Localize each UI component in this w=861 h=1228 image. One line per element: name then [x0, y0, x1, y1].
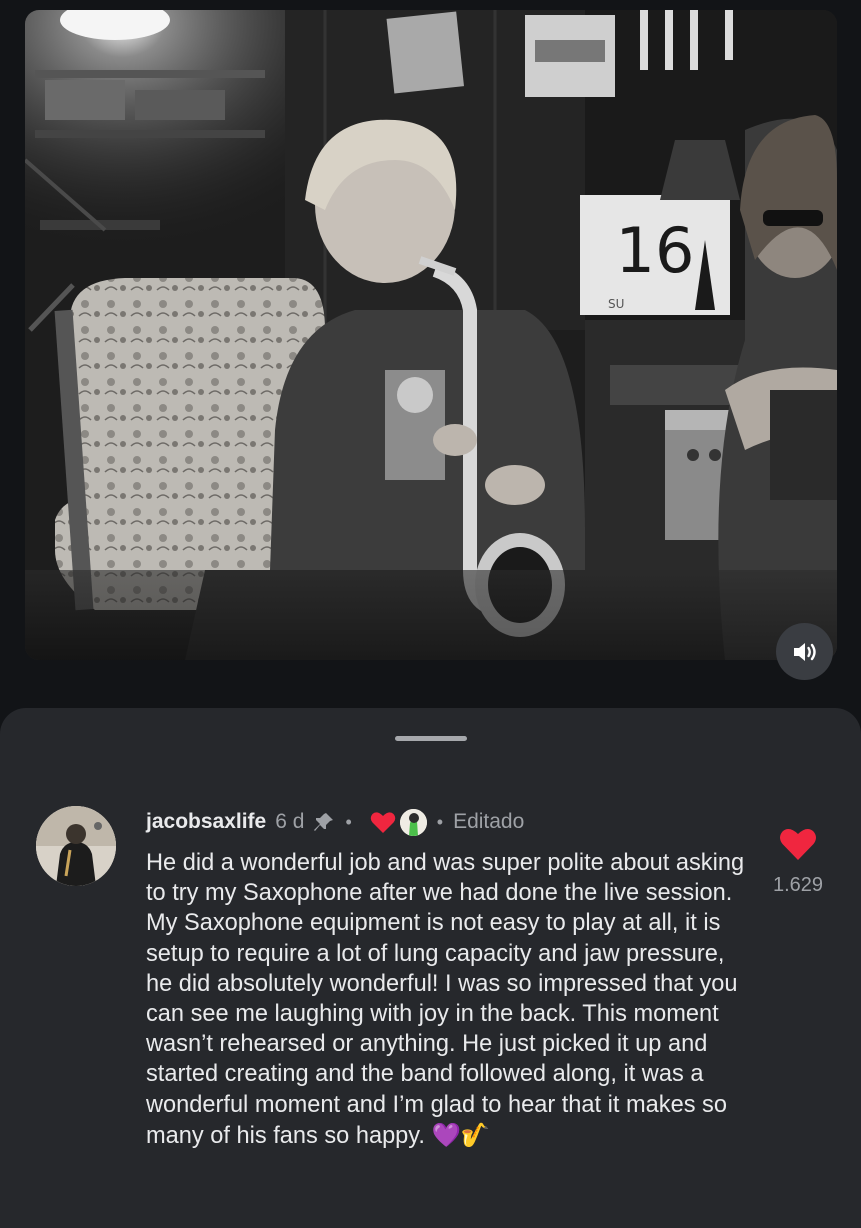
- like-button[interactable]: [778, 826, 818, 862]
- saxophone-emoji: 🎷: [460, 1120, 491, 1149]
- separator-dot: •: [345, 811, 352, 832]
- heart-icon: [779, 827, 817, 861]
- pin-icon: [313, 811, 335, 833]
- calendar-weekday: SU: [608, 297, 624, 311]
- separator-dot-2: •: [436, 811, 444, 832]
- drag-handle[interactable]: [395, 736, 467, 741]
- creator-avatar: [399, 808, 427, 836]
- comment-meta: jacobsaxlife 6 d • • Editado: [146, 808, 524, 836]
- like-count: 1.629: [772, 874, 824, 896]
- avatar[interactable]: [36, 806, 116, 886]
- speaker-icon: [792, 641, 818, 663]
- purple-heart-emoji: 💜: [431, 1120, 461, 1149]
- mute-button[interactable]: [776, 623, 833, 680]
- video-player[interactable]: 16 SU: [25, 10, 837, 660]
- timestamp: 6 d: [275, 810, 305, 833]
- edited-label: Editado: [453, 810, 525, 833]
- comment-body: He did a wonderful job and was super pol…: [146, 850, 745, 1149]
- username[interactable]: jacobsaxlife: [146, 810, 266, 834]
- comment-text: He did a wonderful job and was super pol…: [146, 848, 746, 1151]
- creator-heart-icon: [370, 811, 396, 834]
- video-frame-image: 16 SU: [25, 10, 837, 660]
- calendar-day: 16: [616, 214, 695, 287]
